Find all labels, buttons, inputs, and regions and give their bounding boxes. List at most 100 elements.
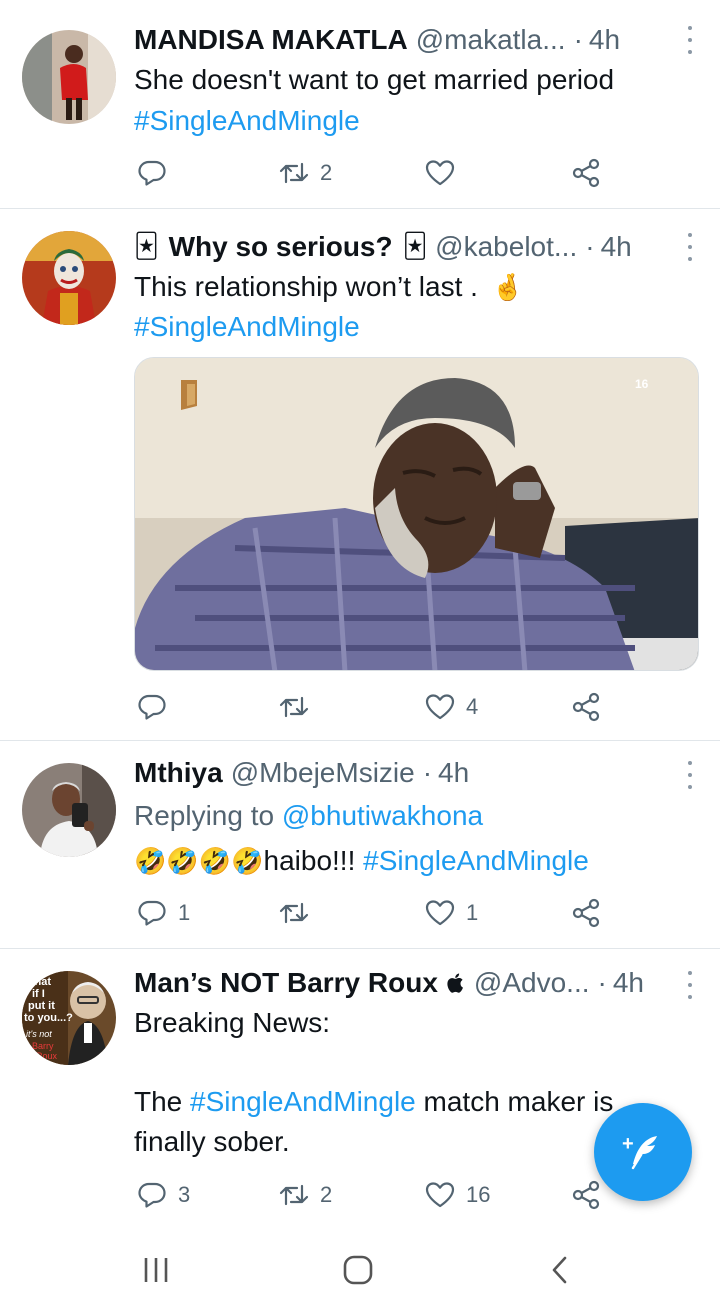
like-button[interactable] <box>424 153 466 193</box>
share-button[interactable] <box>570 1175 602 1215</box>
tweet-actions: 3 2 16 <box>134 1175 614 1215</box>
avatar-caption: it's not <box>26 1029 52 1039</box>
reply-icon <box>138 1182 166 1208</box>
display-name[interactable]: Why so serious? <box>169 227 393 267</box>
retweet-icon <box>279 1184 309 1206</box>
tweet-text: 🤣🤣🤣🤣haibo!!! #SingleAndMingle <box>134 841 589 881</box>
retweet-button[interactable]: 2 <box>278 1175 332 1215</box>
more-options-icon[interactable] <box>686 971 694 999</box>
tweet-card[interactable]: MANDISA MAKATLA @makatla... · 4h She doe… <box>0 0 720 209</box>
retweet-icon <box>279 902 309 924</box>
share-button[interactable] <box>570 893 602 933</box>
replying-prefix: Replying to <box>134 800 275 831</box>
display-name[interactable]: Mthiya <box>134 753 223 793</box>
separator-dot: · <box>597 967 607 998</box>
mention-link[interactable]: @bhutiwakhona <box>282 800 483 831</box>
tweet-header: MANDISA MAKATLA @makatla... · 4h <box>134 20 684 60</box>
tweet-header: Man’s NOT Barry Roux @Advo... · 4h <box>134 963 684 1003</box>
replying-to: Replying to @bhutiwakhona <box>134 796 483 836</box>
tweet-text: She doesn't want to get married period <box>134 64 615 95</box>
feather-icon: + <box>622 1133 657 1170</box>
tweet-actions: 4 <box>134 687 614 727</box>
reply-count: 1 <box>178 900 191 925</box>
avatar-caption: Barry <box>32 1041 54 1051</box>
avatar-caption: put it <box>28 1000 55 1012</box>
system-navigation-bar <box>0 1226 720 1313</box>
reply-button[interactable]: 3 <box>136 1175 190 1215</box>
reply-icon <box>138 900 166 926</box>
tweet-text-body: match maker is <box>423 1086 614 1117</box>
tweet-actions: 2 <box>134 153 614 193</box>
reply-button[interactable] <box>136 687 178 727</box>
media-watermark: 16 <box>635 377 649 391</box>
home-button[interactable] <box>338 1252 378 1288</box>
avatar[interactable] <box>22 30 116 124</box>
user-handle[interactable]: @kabelot... <box>435 227 577 267</box>
share-icon <box>572 898 600 928</box>
tweet-text: The #SingleAndMingle match maker is <box>134 1082 613 1122</box>
avatar-caption: if I <box>32 988 45 1000</box>
more-options-icon[interactable] <box>686 26 694 54</box>
hashtag-link[interactable]: #SingleAndMingle <box>134 101 360 141</box>
display-name[interactable]: MANDISA MAKATLA <box>134 20 408 60</box>
more-options-icon[interactable] <box>686 233 694 261</box>
heart-icon <box>425 694 455 720</box>
avatar[interactable]: what if I put it to you...? it's not Bar… <box>22 971 116 1065</box>
joker-card-emoji: 🃏 <box>402 233 428 260</box>
like-button[interactable]: 1 <box>424 893 478 933</box>
avatar-caption: what <box>25 976 51 988</box>
retweet-button[interactable] <box>278 893 320 933</box>
tweet-media-image[interactable]: 16 <box>134 357 699 671</box>
user-handle[interactable]: @MbejeMsizie <box>231 753 415 793</box>
avatar[interactable] <box>22 763 116 857</box>
tweet-text-body: This relationship won’t last . <box>134 271 478 302</box>
tweet-header: Mthiya @MbejeMsizie · 4h <box>134 753 684 793</box>
crossed-fingers-emoji: 🤞 <box>491 272 525 302</box>
share-button[interactable] <box>570 687 602 727</box>
avatar[interactable] <box>22 231 116 325</box>
reply-count: 3 <box>178 1182 191 1207</box>
like-button[interactable]: 16 <box>424 1175 490 1215</box>
svg-text:Barry Roux: Barry Roux <box>32 1041 58 1061</box>
heart-icon <box>425 900 455 926</box>
tweet-header: 🃏 Why so serious? 🃏 @kabelot... · 4h <box>134 227 684 267</box>
share-icon <box>572 158 600 188</box>
display-name[interactable]: Man’s NOT Barry Roux <box>134 963 438 1003</box>
retweet-button[interactable] <box>278 687 320 727</box>
recent-apps-button[interactable] <box>136 1252 176 1288</box>
like-count: 4 <box>466 694 479 719</box>
timestamp[interactable]: 4h <box>613 963 644 1003</box>
reply-button[interactable] <box>136 153 178 193</box>
reply-icon <box>138 160 166 186</box>
hashtag-link[interactable]: #SingleAndMingle <box>134 307 360 347</box>
retweet-button[interactable]: 2 <box>278 153 332 193</box>
like-count: 16 <box>466 1182 491 1207</box>
reply-button[interactable]: 1 <box>136 893 190 933</box>
svg-text:it's not: it's not <box>26 1029 52 1039</box>
more-options-icon[interactable] <box>686 761 694 789</box>
tweet-text: Breaking News: <box>134 1007 331 1038</box>
compose-tweet-button[interactable]: + <box>594 1103 692 1201</box>
apple-logo-icon <box>446 972 466 994</box>
timestamp[interactable]: 4h <box>601 227 632 267</box>
user-handle[interactable]: @makatla... <box>416 20 566 60</box>
user-handle[interactable]: @Advo... <box>474 963 590 1003</box>
share-button[interactable] <box>570 153 602 193</box>
tweet-card[interactable]: 🃏 Why so serious? 🃏 @kabelot... · 4h Thi… <box>0 209 720 741</box>
back-button[interactable] <box>540 1252 580 1288</box>
retweet-icon <box>279 162 309 184</box>
rofl-emojis: 🤣🤣🤣🤣 <box>134 846 264 876</box>
joker-card-emoji: 🃏 <box>134 233 159 260</box>
timestamp[interactable]: 4h <box>438 753 469 793</box>
reply-icon <box>138 694 166 720</box>
heart-icon <box>425 160 455 186</box>
tweet-card[interactable]: Mthiya @MbejeMsizie · 4h Replying to @bh… <box>0 741 720 949</box>
hashtag-link[interactable]: #SingleAndMingle <box>190 1086 416 1117</box>
timestamp[interactable]: 4h <box>589 20 620 60</box>
hashtag-link[interactable]: #SingleAndMingle <box>363 845 589 876</box>
tweet-text-body: The <box>134 1086 183 1117</box>
retweet-icon <box>279 696 309 718</box>
like-button[interactable]: 4 <box>424 687 478 727</box>
separator-dot: · <box>585 231 595 262</box>
heart-icon <box>425 1182 455 1208</box>
